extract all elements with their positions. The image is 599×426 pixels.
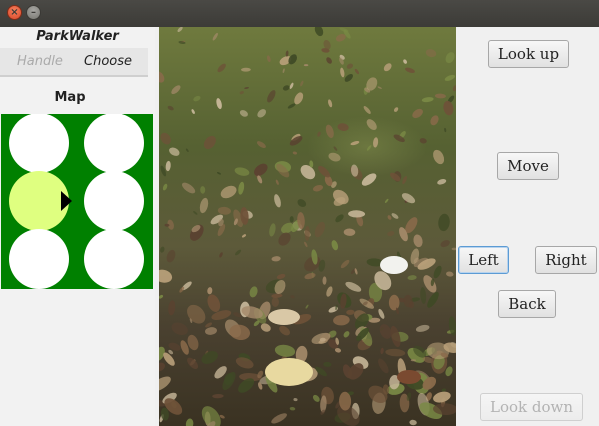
tab-choose[interactable]: Choose bbox=[84, 54, 132, 69]
right-button[interactable]: Right bbox=[535, 246, 597, 274]
map-node-current[interactable] bbox=[9, 171, 69, 231]
park-photo bbox=[159, 27, 456, 426]
map-label: Map bbox=[54, 90, 86, 105]
move-button[interactable]: Move bbox=[497, 152, 559, 180]
map-node[interactable] bbox=[9, 229, 69, 289]
title-bar: × – bbox=[0, 0, 599, 27]
look-down-button: Look down bbox=[480, 393, 583, 421]
tab-handle: Handle bbox=[17, 54, 63, 69]
close-icon[interactable]: × bbox=[7, 5, 22, 20]
look-up-button[interactable]: Look up bbox=[488, 40, 569, 68]
sidebar: ParkWalker Handle Choose Map bbox=[0, 27, 155, 426]
map-node[interactable] bbox=[84, 114, 144, 173]
back-button[interactable]: Back bbox=[498, 290, 556, 318]
map-node[interactable] bbox=[84, 171, 144, 231]
tab-bar: Handle Choose bbox=[0, 48, 148, 77]
map-node[interactable] bbox=[9, 114, 69, 173]
left-button[interactable]: Left bbox=[458, 246, 509, 274]
app-window: × – ParkWalker Handle Choose Map Look up… bbox=[0, 0, 599, 426]
minimize-icon[interactable]: – bbox=[26, 5, 41, 20]
map-node[interactable] bbox=[84, 229, 144, 289]
map[interactable] bbox=[1, 114, 153, 289]
app-title: ParkWalker bbox=[36, 29, 119, 44]
